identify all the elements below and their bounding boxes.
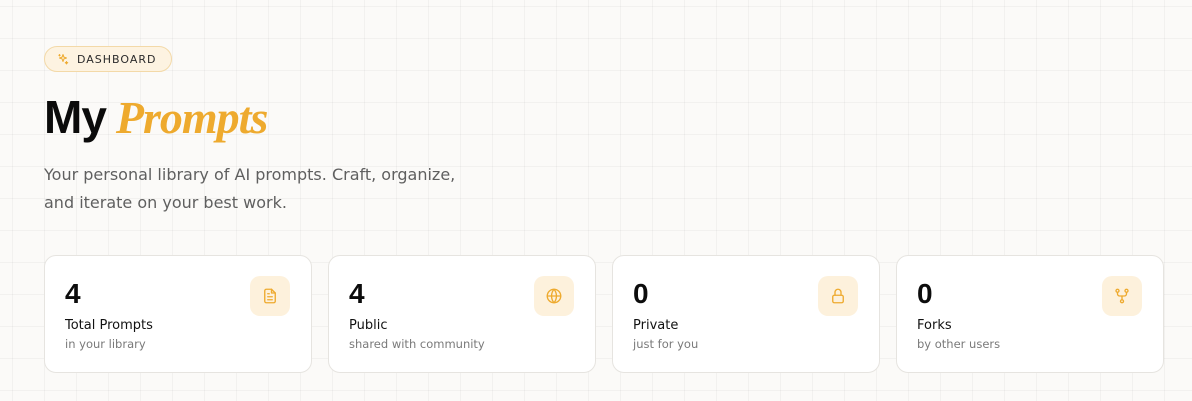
stat-label: Public [349, 318, 388, 333]
stat-sublabel: in your library [65, 337, 146, 351]
stat-card-total-prompts: 4 Total Prompts in your library [44, 255, 312, 373]
stat-card-public: 4 Public shared with community [328, 255, 596, 373]
badge-label: DASHBOARD [77, 52, 157, 66]
title-main: My [44, 91, 107, 143]
sparkles-icon [57, 53, 69, 65]
stat-sublabel: by other users [917, 337, 1001, 351]
page-header: DASHBOARD My Prompts Your personal libra… [44, 46, 1164, 373]
stat-label: Total Prompts [65, 318, 153, 333]
page-title: My Prompts [44, 94, 1164, 141]
lock-icon [818, 276, 858, 316]
page-subtitle: Your personal library of AI prompts. Cra… [44, 165, 456, 212]
stat-sublabel: just for you [633, 337, 699, 351]
fork-icon [1102, 276, 1142, 316]
stat-card-private: 0 Private just for you [612, 255, 880, 373]
stat-sublabel: shared with community [349, 337, 485, 351]
stat-card-forks: 0 Forks by other users [896, 255, 1164, 373]
stat-label: Forks [917, 318, 952, 333]
stats-row: 4 Total Prompts in your library 4 Public… [44, 255, 1164, 373]
dashboard-badge: DASHBOARD [44, 46, 172, 72]
document-icon [250, 276, 290, 316]
title-accent: Prompts [115, 92, 268, 143]
globe-icon [534, 276, 574, 316]
stat-label: Private [633, 318, 679, 333]
